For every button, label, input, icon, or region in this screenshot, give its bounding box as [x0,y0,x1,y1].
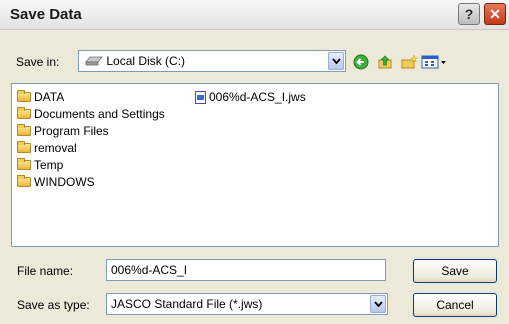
close-button[interactable]: ✕ [484,3,506,25]
jws-file-icon [195,90,206,104]
list-item[interactable]: 006%d-ACS_I.jws [195,89,306,105]
cancel-button[interactable]: Cancel [413,293,497,317]
save-as-type-label: Save as type: [17,298,90,312]
save-in-dropdown[interactable]: Local Disk (C:) [78,50,346,72]
save-in-label: Save in: [16,55,60,69]
help-icon: ? [464,6,474,22]
folder-icon [17,124,31,136]
up-folder-icon[interactable] [376,53,394,71]
list-item[interactable]: Program Files [17,123,109,139]
back-icon[interactable] [352,53,370,71]
chevron-down-icon[interactable] [328,52,344,70]
folder-icon [17,141,31,153]
help-button[interactable]: ? [458,3,480,25]
folder-icon [17,107,31,119]
drive-icon [85,56,103,66]
file-name-input[interactable]: 006%d-ACS_I [106,259,386,281]
dialog-title: Save Data [10,6,82,23]
close-icon: ✕ [489,5,501,22]
list-item[interactable]: Documents and Settings [17,106,165,122]
file-list[interactable]: DATA Documents and Settings Program File… [11,83,499,247]
file-name-label: File name: [17,264,74,278]
list-item[interactable]: DATA [17,89,64,105]
save-button[interactable]: Save [413,259,497,283]
title-bar: Save Data ? ✕ [0,0,509,30]
folder-icon [17,175,31,187]
chevron-down-icon[interactable] [370,295,386,313]
save-as-type-value: JASCO Standard File (*.jws) [111,297,263,311]
save-in-value: Local Disk (C:) [106,54,186,68]
list-item[interactable]: Temp [17,157,63,173]
view-menu-icon[interactable] [420,53,448,71]
save-as-type-dropdown[interactable]: JASCO Standard File (*.jws) [106,293,388,315]
folder-icon [17,90,31,102]
folder-icon [17,158,31,170]
list-item[interactable]: removal [17,140,77,156]
file-name-value: 006%d-ACS_I [111,263,188,277]
list-item[interactable]: WINDOWS [17,174,95,190]
new-folder-icon[interactable] [400,53,418,71]
